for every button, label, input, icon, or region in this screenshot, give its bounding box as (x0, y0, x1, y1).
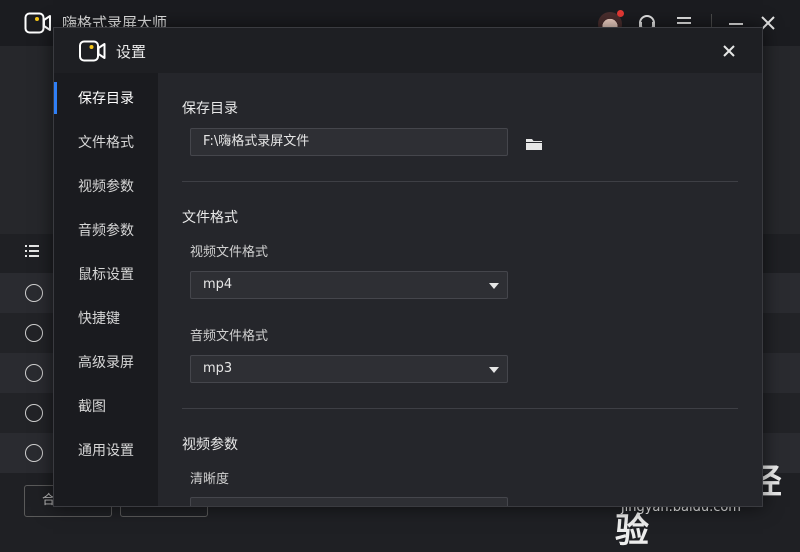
sidebar-item-hotkeys[interactable]: 快捷键 (54, 301, 158, 337)
close-icon[interactable] (718, 40, 740, 62)
sidebar-item-video-params[interactable]: 视频参数 (54, 169, 158, 205)
sidebar-item-audio-params[interactable]: 音频参数 (54, 213, 158, 249)
select-radio[interactable] (25, 444, 43, 462)
clarity-label: 清晰度 (190, 472, 230, 487)
list-view-icon[interactable] (25, 245, 39, 257)
audio-format-value: mp3 (203, 361, 233, 376)
select-radio[interactable] (25, 404, 43, 422)
select-radio[interactable] (25, 324, 43, 342)
folder-icon[interactable] (526, 137, 542, 151)
settings-dialog: 设置 保存目录 文件格式 视频参数 音频参数 鼠标设置 快捷键 高级录屏 截图 … (53, 27, 763, 507)
dialog-logo-icon (79, 40, 106, 62)
select-radio[interactable] (25, 284, 43, 302)
video-format-value: mp4 (203, 277, 233, 292)
sidebar-item-mouse-settings[interactable]: 鼠标设置 (54, 257, 158, 293)
settings-content: 保存目录 F:\嗨格式录屏文件 文件格式 视频文件格式 mp4 音频文件格式 m… (158, 73, 762, 506)
section-divider (182, 408, 738, 409)
dialog-header: 设置 (54, 28, 762, 73)
dialog-title: 设置 (116, 43, 147, 61)
sidebar-item-file-format[interactable]: 文件格式 (54, 125, 158, 161)
settings-sidebar: 保存目录 文件格式 视频参数 音频参数 鼠标设置 快捷键 高级录屏 截图 通用设… (54, 73, 158, 506)
chevron-down-icon (489, 283, 499, 289)
audio-format-select[interactable]: mp3 (190, 355, 508, 383)
section-divider (182, 181, 738, 182)
app-logo-icon (24, 12, 51, 34)
save-path-field[interactable]: F:\嗨格式录屏文件 (190, 128, 508, 156)
video-format-label: 视频文件格式 (190, 245, 269, 260)
section-title-video-params: 视频参数 (182, 437, 238, 453)
sidebar-item-advanced-recording[interactable]: 高级录屏 (54, 345, 158, 381)
sidebar-item-screenshot[interactable]: 截图 (54, 389, 158, 425)
audio-format-label: 音频文件格式 (190, 329, 269, 344)
sidebar-item-save-dir[interactable]: 保存目录 (54, 81, 158, 117)
section-title-save-dir: 保存目录 (182, 101, 238, 117)
notification-dot-icon (617, 10, 624, 17)
clarity-select[interactable] (190, 497, 508, 506)
chevron-down-icon (489, 367, 499, 373)
video-format-select[interactable]: mp4 (190, 271, 508, 299)
select-radio[interactable] (25, 364, 43, 382)
section-title-file-format: 文件格式 (182, 210, 238, 226)
sidebar-item-general-settings[interactable]: 通用设置 (54, 433, 158, 469)
